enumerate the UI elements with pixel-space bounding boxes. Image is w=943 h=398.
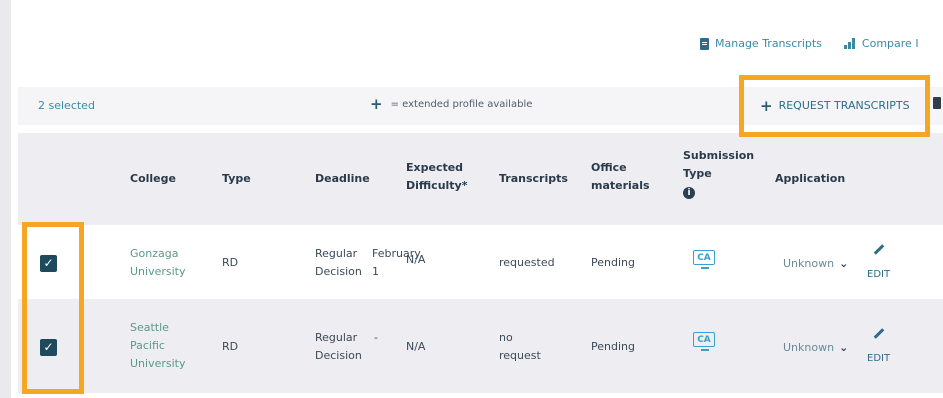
table-row: ✓ Gonzaga University RD Regular Decision…: [18, 225, 943, 299]
manage-transcripts-link[interactable]: Manage Transcripts: [700, 37, 822, 50]
application-status-dropdown[interactable]: Unknown ⌄: [783, 339, 848, 357]
difficulty-header[interactable]: Expected Difficulty*: [406, 159, 467, 195]
edit-button[interactable]: EDIT: [867, 269, 890, 280]
checkbox-highlight: [22, 222, 84, 394]
selected-count: 2 selected: [38, 99, 95, 112]
compare-label: Compare I: [861, 37, 919, 50]
deadline-date-cell: -: [374, 331, 378, 344]
transcripts-header[interactable]: Transcripts: [499, 170, 568, 188]
bar-chart-icon: [843, 38, 856, 49]
college-name[interactable]: Gonzaga University: [130, 245, 186, 281]
college-name[interactable]: Seattle Pacific University: [130, 319, 186, 373]
legend-text: = extended profile available: [390, 98, 533, 110]
submission-header-line1: Submission: [683, 149, 755, 162]
document-icon: [700, 37, 709, 50]
extended-profile-legend: + = extended profile available: [370, 95, 533, 113]
office-materials-cell: Pending: [591, 340, 635, 353]
office-header-line1: Office: [591, 161, 627, 174]
edit-button[interactable]: EDIT: [867, 353, 890, 364]
deadline-cell: Regular Decision: [315, 247, 362, 278]
pencil-icon[interactable]: [873, 328, 885, 339]
type-cell: RD: [222, 256, 239, 269]
common-app-icon: CA: [693, 250, 717, 272]
table-header: College Type Deadline Expected Difficult…: [18, 133, 943, 225]
submission-header-line2: Type: [683, 167, 712, 180]
college-header[interactable]: College: [130, 170, 176, 188]
deadline-cell: Regular Decision: [315, 331, 362, 362]
chevron-down-icon: ⌄: [839, 341, 849, 354]
compare-link[interactable]: Compare I: [843, 37, 919, 50]
plus-icon: +: [370, 95, 383, 113]
difficulty-header-line2: Difficulty*: [406, 179, 468, 192]
submission-type-header[interactable]: Submission Type i: [683, 147, 754, 201]
transcripts-cell: requested: [499, 256, 555, 269]
office-materials-cell: Pending: [591, 256, 635, 269]
type-cell: RD: [222, 340, 239, 353]
table-row: ✓ Seattle Pacific University RD Regular …: [18, 299, 943, 393]
common-app-icon: CA: [693, 332, 717, 354]
info-icon[interactable]: i: [683, 187, 695, 199]
office-materials-header[interactable]: Office materials: [591, 159, 650, 195]
difficulty-cell: N/A: [406, 340, 426, 353]
office-header-line2: materials: [591, 179, 650, 192]
pencil-icon[interactable]: [873, 244, 885, 255]
left-sidebar-edge: [0, 0, 11, 398]
manage-transcripts-label: Manage Transcripts: [715, 37, 822, 50]
application-header[interactable]: Application: [775, 170, 845, 188]
difficulty-header-line1: Expected: [406, 161, 464, 174]
request-transcripts-highlight: [739, 75, 930, 137]
transcripts-cell: no request: [499, 331, 541, 362]
trash-icon[interactable]: [933, 97, 941, 109]
top-links: Manage Transcripts Compare I: [700, 37, 919, 50]
chevron-down-icon: ⌄: [839, 257, 849, 270]
difficulty-cell: N/A: [406, 253, 426, 266]
application-status-dropdown[interactable]: Unknown ⌄: [783, 255, 848, 273]
deadline-header[interactable]: Deadline: [315, 170, 370, 188]
type-header[interactable]: Type: [222, 170, 251, 188]
